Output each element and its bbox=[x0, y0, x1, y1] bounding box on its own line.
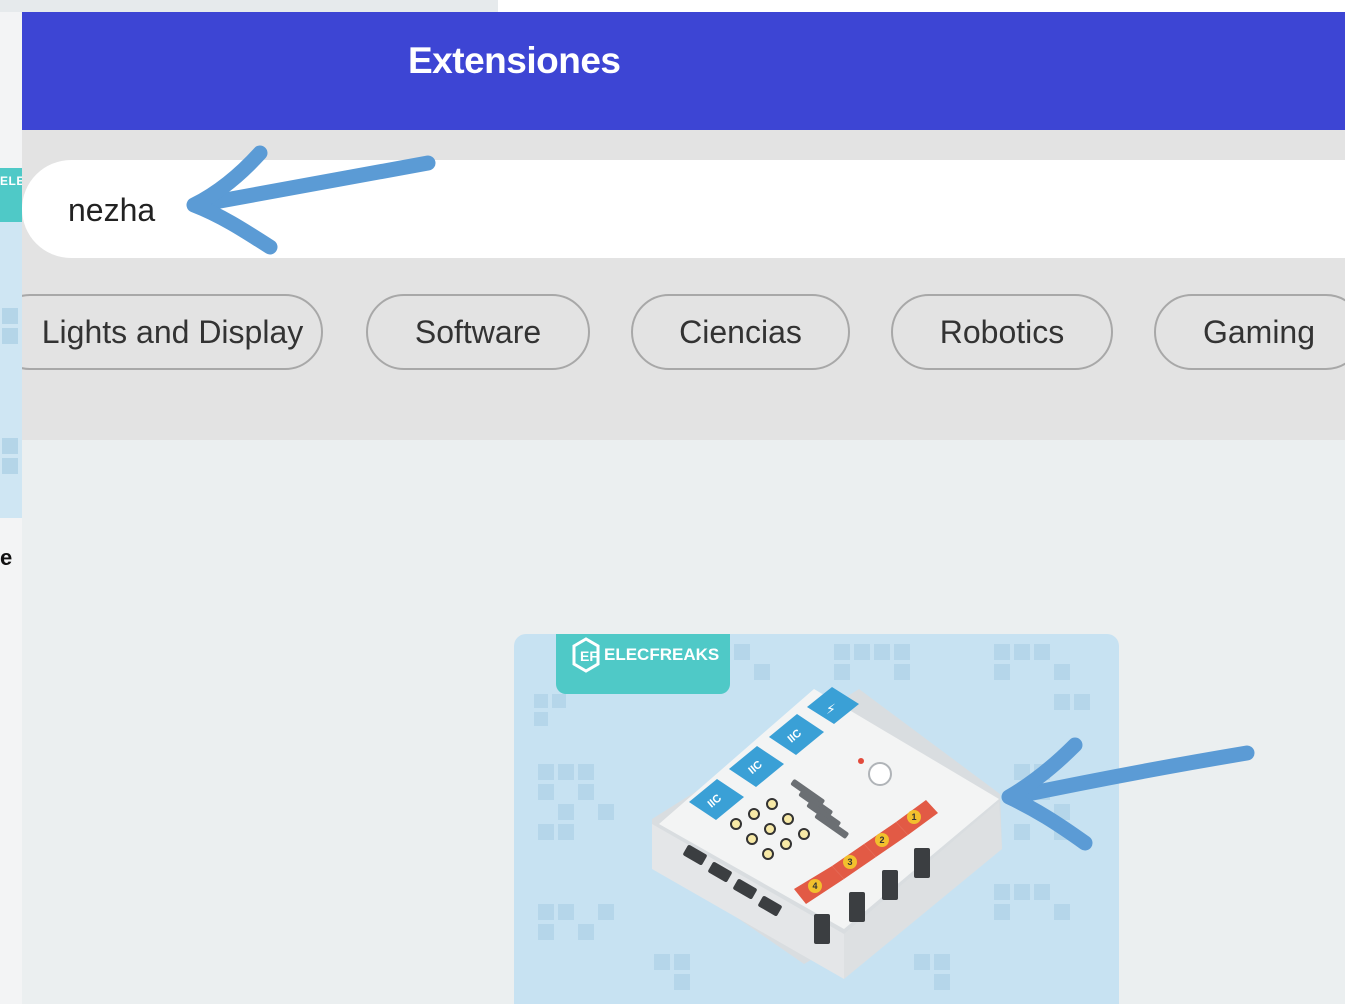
port-number: 4 bbox=[812, 881, 817, 891]
background-partial-text: e bbox=[0, 545, 13, 570]
port-number: 1 bbox=[911, 812, 916, 822]
category-robotics[interactable]: Robotics bbox=[891, 294, 1113, 370]
elecfreaks-logo: EF ELECFREAKS bbox=[556, 634, 730, 694]
background-pattern bbox=[2, 308, 18, 324]
extension-card-image: EF ELECFREAKS IIC IIC IIC ⚡ 1 2 3 4 bbox=[534, 634, 1090, 990]
category-label: Robotics bbox=[939, 314, 1065, 350]
background-pattern bbox=[2, 438, 18, 454]
category-gaming[interactable]: Gaming bbox=[1154, 294, 1345, 370]
extensions-dialog: Extensiones Lights and Display Software … bbox=[22, 12, 1345, 1004]
led-icon bbox=[858, 758, 864, 764]
power-icon: ⚡ bbox=[826, 702, 836, 718]
background-pattern bbox=[2, 328, 18, 344]
category-lights-and-display[interactable]: Lights and Display bbox=[22, 294, 323, 370]
extension-card-nezha[interactable]: EF ELECFREAKS IIC IIC IIC ⚡ 1 2 3 4 bbox=[514, 634, 1119, 1004]
search-box[interactable] bbox=[22, 160, 1345, 258]
port-number: 2 bbox=[879, 835, 884, 845]
background-logo-text: ELEC bbox=[0, 174, 22, 188]
port-number: 3 bbox=[847, 857, 852, 867]
category-label: Software bbox=[414, 314, 542, 350]
background-pattern bbox=[2, 458, 18, 474]
button-icon bbox=[868, 762, 892, 786]
search-section: Lights and Display Software Ciencias Rob… bbox=[22, 130, 1345, 440]
category-ciencias[interactable]: Ciencias bbox=[631, 294, 850, 370]
category-label: Ciencias bbox=[679, 314, 802, 350]
dialog-header: Extensiones bbox=[22, 12, 1345, 130]
svg-text:EF: EF bbox=[580, 648, 598, 664]
dialog-title: Extensiones bbox=[408, 40, 621, 81]
logo-text: ELECFREAKS bbox=[604, 645, 719, 664]
search-input[interactable] bbox=[66, 188, 970, 232]
background-logo-strip: ELEC bbox=[0, 168, 22, 222]
category-software[interactable]: Software bbox=[366, 294, 590, 370]
category-label: Lights and Display bbox=[41, 314, 304, 350]
nezha-board-icon: IIC IIC IIC ⚡ 1 2 3 4 bbox=[652, 687, 1002, 979]
background-extension-thumbnail: ELEC bbox=[0, 168, 22, 518]
category-label: Gaming bbox=[1202, 314, 1316, 350]
background-top-strip bbox=[0, 0, 498, 12]
